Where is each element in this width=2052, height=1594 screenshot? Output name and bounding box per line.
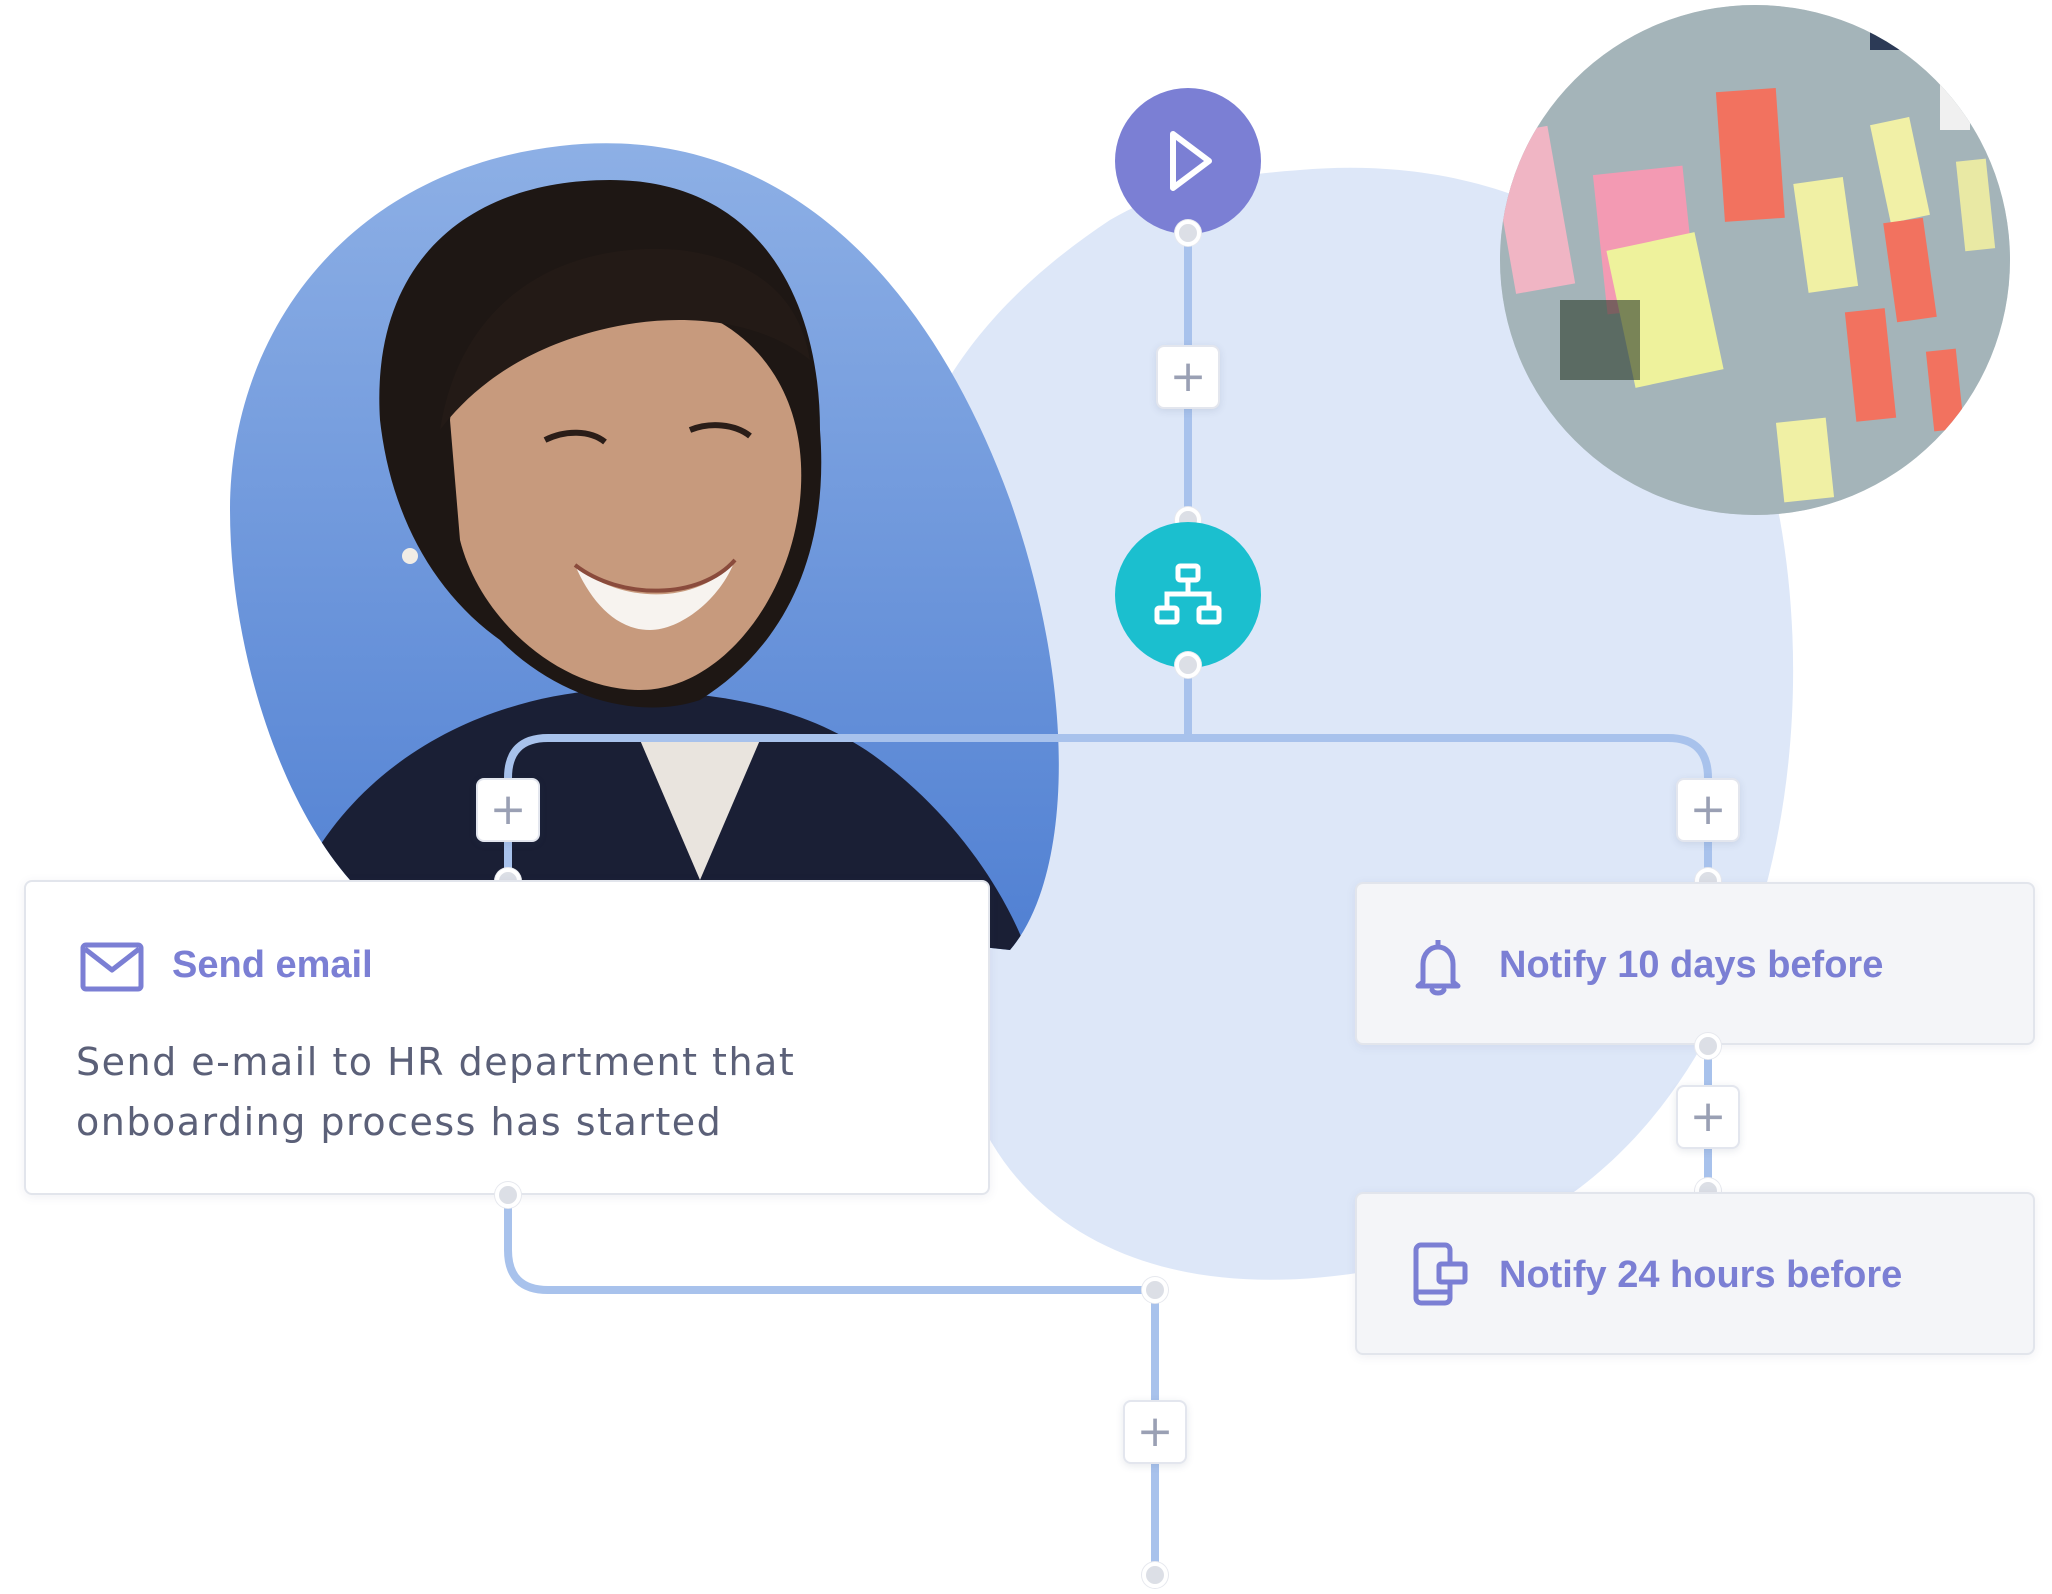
envelope-icon: [80, 942, 144, 992]
notify-days-title: Notify 10 days before: [1499, 944, 1884, 986]
add-step-button-right[interactable]: +: [1676, 778, 1740, 842]
connector-email-merge: [504, 1191, 1159, 1294]
send-email-card[interactable]: Send email Send e-mail to HR department …: [24, 880, 990, 1195]
add-step-button-bottom[interactable]: +: [1123, 1400, 1187, 1464]
send-email-description-line1: Send e-mail to HR department that: [76, 1040, 796, 1084]
add-step-button-left[interactable]: +: [476, 778, 540, 842]
merge-node-port[interactable]: [1142, 1277, 1168, 1303]
send-email-port-out[interactable]: [495, 1182, 521, 1208]
plus-icon: +: [1689, 1091, 1727, 1142]
start-node-port[interactable]: [1175, 220, 1201, 246]
notify-hours-card[interactable]: Notify 24 hours before: [1355, 1192, 2035, 1355]
bell-icon: [1415, 940, 1461, 996]
add-step-button-top[interactable]: +: [1156, 345, 1220, 409]
play-icon: [1170, 131, 1212, 191]
plus-icon: +: [1136, 1406, 1174, 1457]
notify-hours-title: Notify 24 hours before: [1499, 1254, 1903, 1296]
branch-node-port-out[interactable]: [1175, 652, 1201, 678]
plus-icon: +: [489, 784, 527, 835]
plus-icon: +: [1169, 351, 1207, 402]
send-email-title: Send email: [172, 944, 373, 986]
notify-days-card[interactable]: Notify 10 days before: [1355, 882, 2035, 1045]
end-node-port[interactable]: [1142, 1562, 1168, 1588]
notify-days-port-out[interactable]: [1695, 1033, 1721, 1059]
hierarchy-icon: [1154, 563, 1222, 625]
mobile-message-icon: [1413, 1242, 1468, 1306]
connector-branch-split: [504, 734, 1712, 884]
send-email-description: Send e-mail to HR department that onboar…: [76, 1032, 795, 1152]
branch-node[interactable]: [1115, 522, 1261, 668]
plus-icon: +: [1689, 784, 1727, 835]
add-step-button-notify[interactable]: +: [1676, 1085, 1740, 1149]
start-node[interactable]: [1115, 88, 1261, 234]
workflow-illustration: + + + Send email Send e-mail to HR depar…: [0, 0, 2052, 1594]
send-email-description-line2: onboarding process has started: [76, 1100, 723, 1144]
